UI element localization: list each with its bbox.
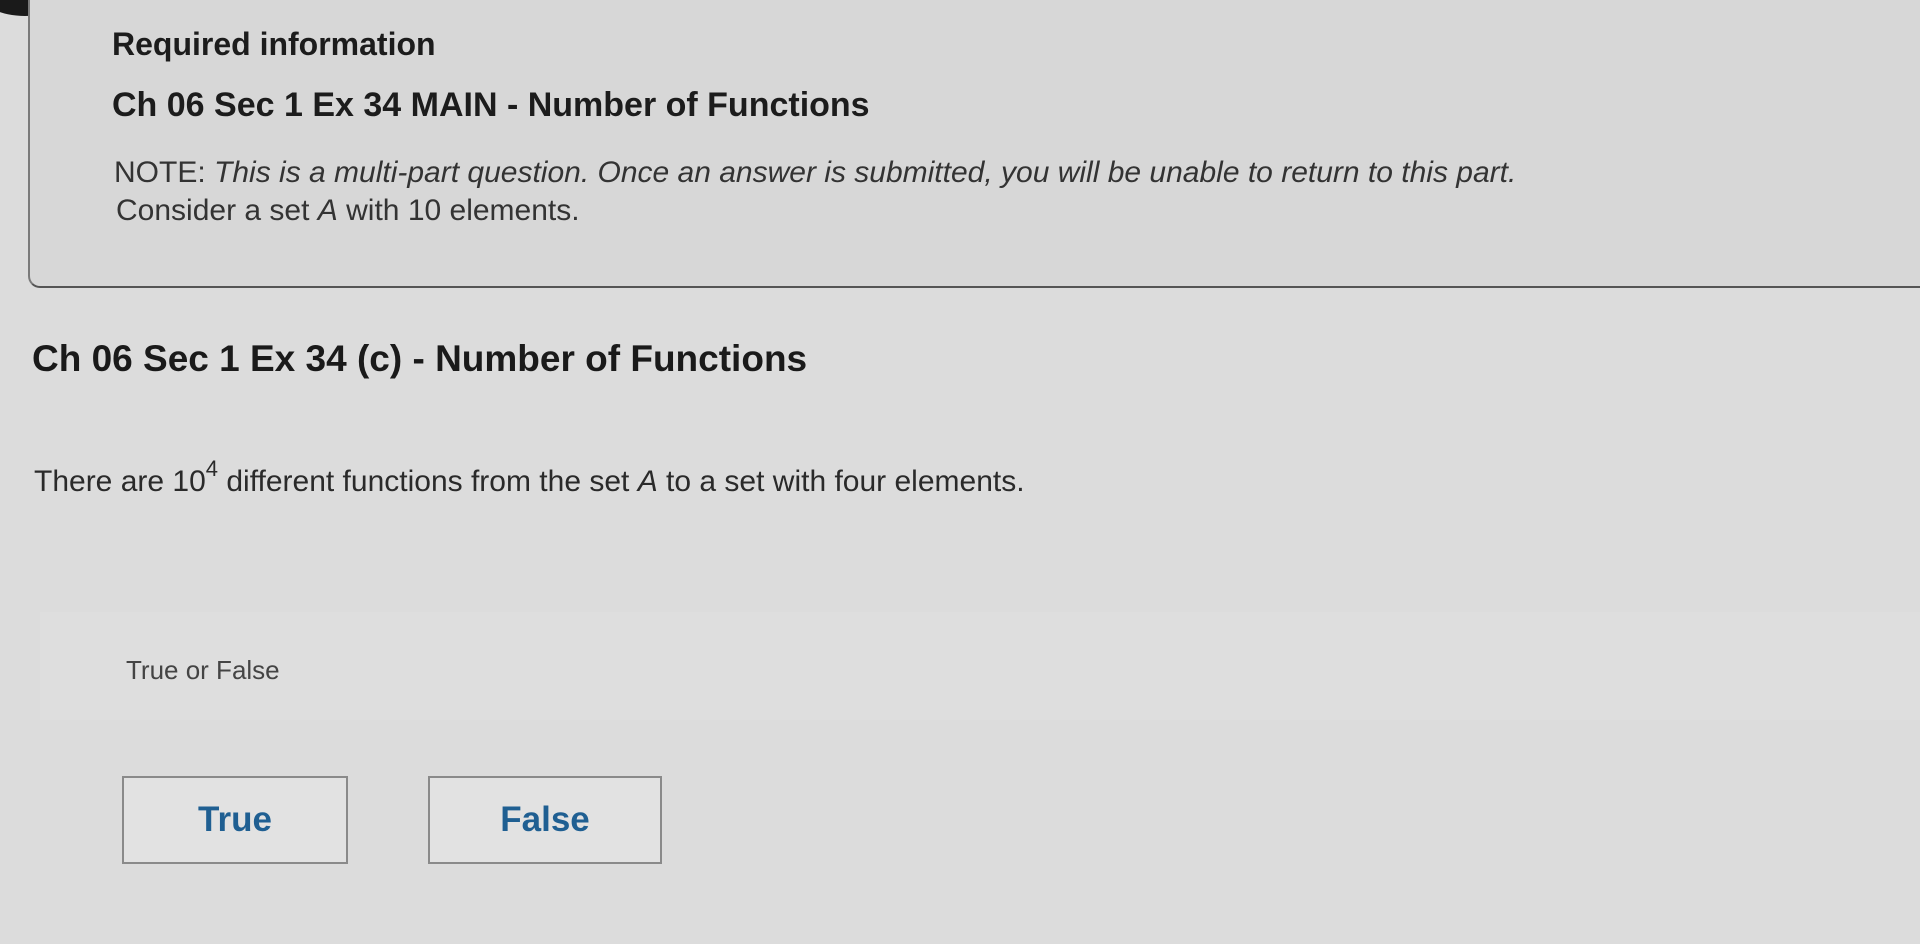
note-text: This is a multi-part question. Once an a… [214,156,1517,189]
false-button[interactable]: False [428,776,662,864]
true-or-false-prompt: True or False [126,655,280,685]
statement-set-variable: A [637,465,658,498]
question-statement: There are 104 different functions from t… [34,456,1025,499]
set-variable: A [317,194,338,227]
statement-pre: There are 10 [34,465,206,498]
answer-prompt-band [40,612,1920,720]
set-description-post: with 10 elements. [337,194,580,227]
statement-post: to a set with four elements. [657,465,1025,498]
multi-part-note: NOTE: This is a multi-part question. Onc… [114,152,1516,194]
required-information-heading: Required information [112,26,436,62]
statement-mid: different functions from the set [218,465,638,498]
part-question-title: Ch 06 Sec 1 Ex 34 (c) - Number of Functi… [32,338,808,379]
set-description: Consider a set A with 10 elements. [116,194,580,228]
statement-exponent: 4 [205,456,219,481]
main-question-title: Ch 06 Sec 1 Ex 34 MAIN - Number of Funct… [112,86,870,124]
true-button[interactable]: True [122,776,348,864]
set-description-pre: Consider a set [116,194,318,227]
note-label: NOTE: [114,156,206,189]
